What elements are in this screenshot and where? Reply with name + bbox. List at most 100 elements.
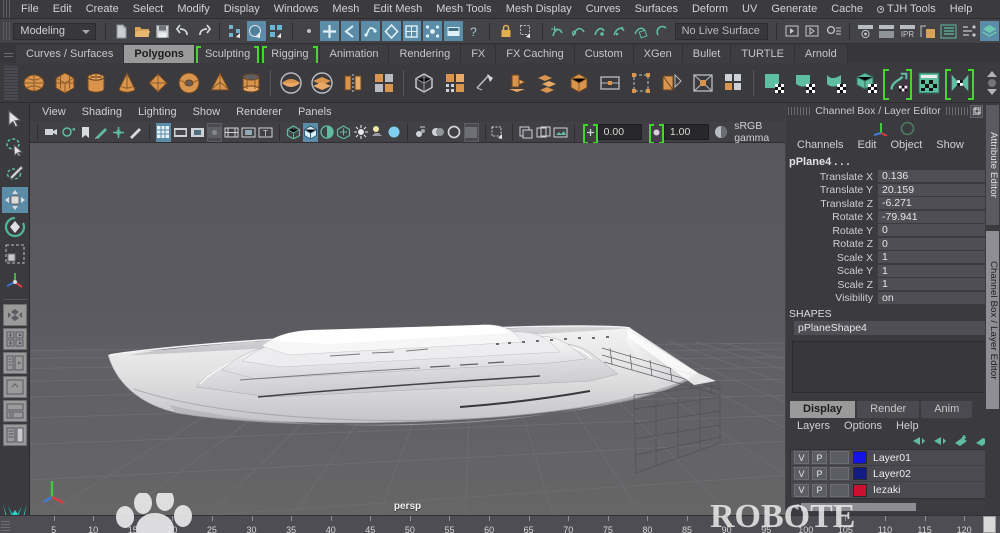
- move-layer-up-icon[interactable]: [913, 435, 927, 447]
- hypershade-icon[interactable]: [856, 21, 875, 41]
- current-time-indicator[interactable]: [983, 516, 996, 533]
- multisample-icon[interactable]: [430, 123, 445, 142]
- selection-mask-icon[interactable]: [517, 21, 536, 41]
- snap-curve-icon[interactable]: [569, 21, 588, 41]
- layer-state-toggle[interactable]: [830, 467, 849, 480]
- motion-blur-icon[interactable]: [414, 123, 429, 142]
- channel-row[interactable]: Translate X 0.136: [786, 170, 1000, 184]
- outliner-persp-layout[interactable]: [2, 352, 27, 374]
- menu-edit[interactable]: Edit: [46, 0, 79, 19]
- poly-extract-icon[interactable]: [338, 67, 367, 98]
- depth-peel-icon[interactable]: [447, 123, 462, 142]
- channel-value[interactable]: 0: [878, 224, 997, 238]
- shelf-scroll-controls[interactable]: [984, 65, 1000, 101]
- poly-booleans-icon[interactable]: [369, 67, 398, 98]
- shelf-scroll-up-icon[interactable]: [987, 70, 997, 77]
- channel-row[interactable]: Translate Z -6.271: [786, 197, 1000, 211]
- isolate-select-icon[interactable]: [491, 123, 506, 142]
- shaded-wireframe-icon[interactable]: [320, 123, 335, 142]
- layer-color-swatch[interactable]: [853, 451, 867, 464]
- color-management-icon[interactable]: [714, 123, 729, 142]
- live-surface-field[interactable]: No Live Surface: [674, 22, 769, 40]
- poly-reduce-icon[interactable]: [440, 67, 469, 98]
- channel-value[interactable]: 0: [878, 237, 997, 251]
- sculpt-cube-icon[interactable]: [852, 67, 881, 98]
- two-d-pan-zoom-icon[interactable]: [111, 123, 126, 142]
- viewport-menu-show[interactable]: Show: [185, 103, 229, 122]
- create-empty-layer-icon[interactable]: [955, 435, 969, 447]
- attribute-editor-toggle-icon[interactable]: [980, 21, 1000, 41]
- shelf-tab-grip[interactable]: [0, 45, 16, 63]
- scale-tool[interactable]: [2, 241, 28, 267]
- poly-bevel-icon[interactable]: [533, 67, 562, 98]
- move-layer-down-icon[interactable]: [934, 435, 948, 447]
- channel-row[interactable]: Translate Y 20.159: [786, 183, 1000, 198]
- shelf-tab-custom[interactable]: Custom: [574, 45, 634, 63]
- perspective-viewport[interactable]: persp: [30, 143, 785, 515]
- layer-menu-layers[interactable]: Layers: [790, 418, 837, 434]
- menu-create[interactable]: Create: [79, 0, 126, 19]
- shelf-tab-rendering[interactable]: Rendering: [389, 45, 462, 63]
- poly-plane-icon[interactable]: [143, 67, 172, 98]
- exposure-field[interactable]: 0.00: [597, 124, 643, 140]
- sculpt-flow-icon[interactable]: [883, 67, 912, 100]
- channel-value[interactable]: -79.941: [878, 210, 997, 224]
- move-tool[interactable]: [1, 187, 28, 213]
- shelf-tab-rigging[interactable]: Rigging: [261, 45, 320, 66]
- menu-file[interactable]: File: [14, 0, 46, 19]
- mask-surfaces-icon[interactable]: [381, 21, 401, 41]
- color-profile-label[interactable]: sRGB gamma: [729, 120, 785, 144]
- four-view-layout[interactable]: [2, 328, 27, 350]
- menu-curves[interactable]: Curves: [579, 0, 628, 19]
- component-dot-icon[interactable]: [299, 21, 318, 41]
- menu-edit-mesh[interactable]: Edit Mesh: [366, 0, 429, 19]
- menu-display[interactable]: Display: [217, 0, 267, 19]
- resolution-gate-icon[interactable]: [190, 123, 205, 142]
- snap-projected-icon[interactable]: [611, 21, 630, 41]
- sidetab-attribute-editor[interactable]: Attribute Editor: [986, 105, 999, 225]
- viewport-menu-panels[interactable]: Panels: [290, 103, 340, 122]
- channel-menu-object[interactable]: Object: [883, 137, 929, 154]
- channel-menu-edit[interactable]: Edit: [850, 137, 883, 154]
- shadows-icon[interactable]: [370, 123, 385, 142]
- safe-title-icon[interactable]: T: [258, 123, 273, 142]
- exposure-toggle-icon[interactable]: [583, 123, 598, 144]
- outliner-icon[interactable]: [939, 21, 958, 41]
- channel-value[interactable]: 1: [878, 264, 997, 278]
- layer-playback-toggle[interactable]: P: [812, 451, 827, 464]
- lock-icon[interactable]: [496, 21, 515, 41]
- node-editor-icon[interactable]: [960, 21, 979, 41]
- menu-select[interactable]: Select: [126, 0, 171, 19]
- axis-orientation-icon[interactable]: [2, 268, 28, 294]
- poly-pyramid-icon[interactable]: [205, 67, 234, 98]
- menu-modify[interactable]: Modify: [170, 0, 216, 19]
- grease-pencil-icon[interactable]: [128, 123, 143, 142]
- mask-curves-icon[interactable]: [361, 21, 380, 41]
- poly-extrude-icon[interactable]: [502, 67, 531, 98]
- lasso-select-tool[interactable]: [2, 133, 28, 159]
- grid-toggle-icon[interactable]: [156, 122, 171, 142]
- menu-set-selector[interactable]: Modeling: [13, 22, 97, 40]
- sculpt-grid-icon[interactable]: [914, 67, 943, 98]
- channel-row[interactable]: Rotate Y 0: [786, 224, 1000, 238]
- shelf-menu-icon[interactable]: [988, 78, 996, 87]
- new-scene-icon[interactable]: [112, 21, 131, 41]
- channel-row[interactable]: Rotate Z 0: [786, 237, 1000, 252]
- sculpt-surface-icon[interactable]: [790, 67, 819, 98]
- menu-cache[interactable]: Cache: [824, 0, 870, 19]
- menu-generate[interactable]: Generate: [764, 0, 824, 19]
- viewport-menu-renderer[interactable]: Renderer: [228, 103, 290, 122]
- menu-uv[interactable]: UV: [735, 0, 764, 19]
- menu-tjh-tools[interactable]: TJH Tools: [870, 0, 943, 19]
- channel-row[interactable]: Visibility on: [786, 291, 1000, 306]
- render-settings-icon[interactable]: [825, 21, 844, 41]
- camera-select-icon[interactable]: [44, 123, 59, 142]
- menu-mesh[interactable]: Mesh: [325, 0, 366, 19]
- layer-state-toggle[interactable]: [830, 451, 849, 464]
- persp-graph-layout[interactable]: [2, 376, 27, 398]
- channel-value[interactable]: 1: [878, 278, 997, 292]
- open-scene-icon[interactable]: [133, 21, 152, 41]
- sidetab-channel-box-layer-editor[interactable]: Channel Box / Layer Editor: [986, 231, 999, 409]
- layer-name[interactable]: Layer02: [867, 468, 911, 480]
- poly-torus-icon[interactable]: [174, 67, 203, 98]
